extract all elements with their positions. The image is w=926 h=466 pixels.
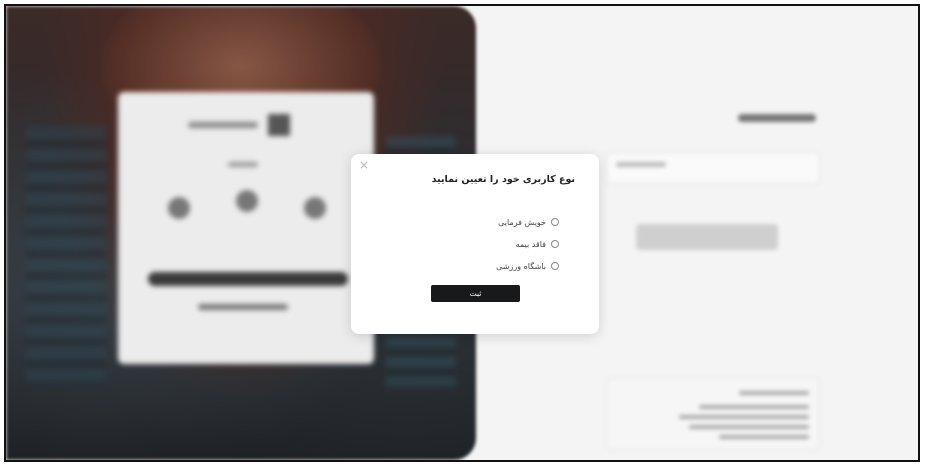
form-input-placeholder-blurred	[616, 162, 666, 167]
user-type-modal: × نوع کاربری خود را تعیین نمایید خویش فر…	[351, 154, 599, 334]
option-label: فاقد بیمه	[515, 239, 546, 249]
option-sports-club[interactable]: باشگاه ورزشی	[496, 255, 559, 277]
poster-seal-icon	[168, 197, 190, 219]
option-uninsured[interactable]: فاقد بیمه	[496, 233, 559, 255]
info-line	[679, 415, 809, 419]
info-line	[689, 425, 809, 429]
poster-seal-icon	[236, 190, 258, 212]
poster-caption	[198, 304, 288, 310]
modal-title: نوع کاربری خود را تعیین نمایید	[431, 174, 575, 185]
poster-emblem-icon	[268, 114, 290, 136]
option-label: باشگاه ورزشی	[496, 261, 546, 271]
form-title-blurred	[738, 114, 816, 122]
poster-header-line	[188, 122, 258, 128]
submit-button[interactable]: ثبت	[431, 285, 520, 302]
info-line	[699, 405, 809, 409]
form-button-blurred	[636, 224, 778, 250]
poster-seal-icon	[304, 197, 326, 219]
info-line	[739, 391, 809, 395]
poster-calligraphy	[148, 272, 348, 286]
user-type-options: خویش فرمایی فاقد بیمه باشگاه ورزشی	[496, 211, 559, 277]
bookshelf-left	[26, 126, 106, 386]
poster-subline	[228, 162, 258, 167]
radio-unchecked-icon[interactable]	[551, 262, 559, 270]
info-line	[719, 435, 809, 439]
form-input-blurred	[606, 152, 820, 184]
option-label: خویش فرمایی	[498, 217, 546, 227]
app-window: × نوع کاربری خود را تعیین نمایید خویش فر…	[4, 4, 920, 462]
info-box-blurred	[606, 378, 820, 450]
radio-unchecked-icon[interactable]	[551, 218, 559, 226]
option-self-employed[interactable]: خویش فرمایی	[496, 211, 559, 233]
close-icon[interactable]: ×	[359, 159, 369, 171]
poster-card	[118, 92, 374, 364]
radio-unchecked-icon[interactable]	[551, 240, 559, 248]
